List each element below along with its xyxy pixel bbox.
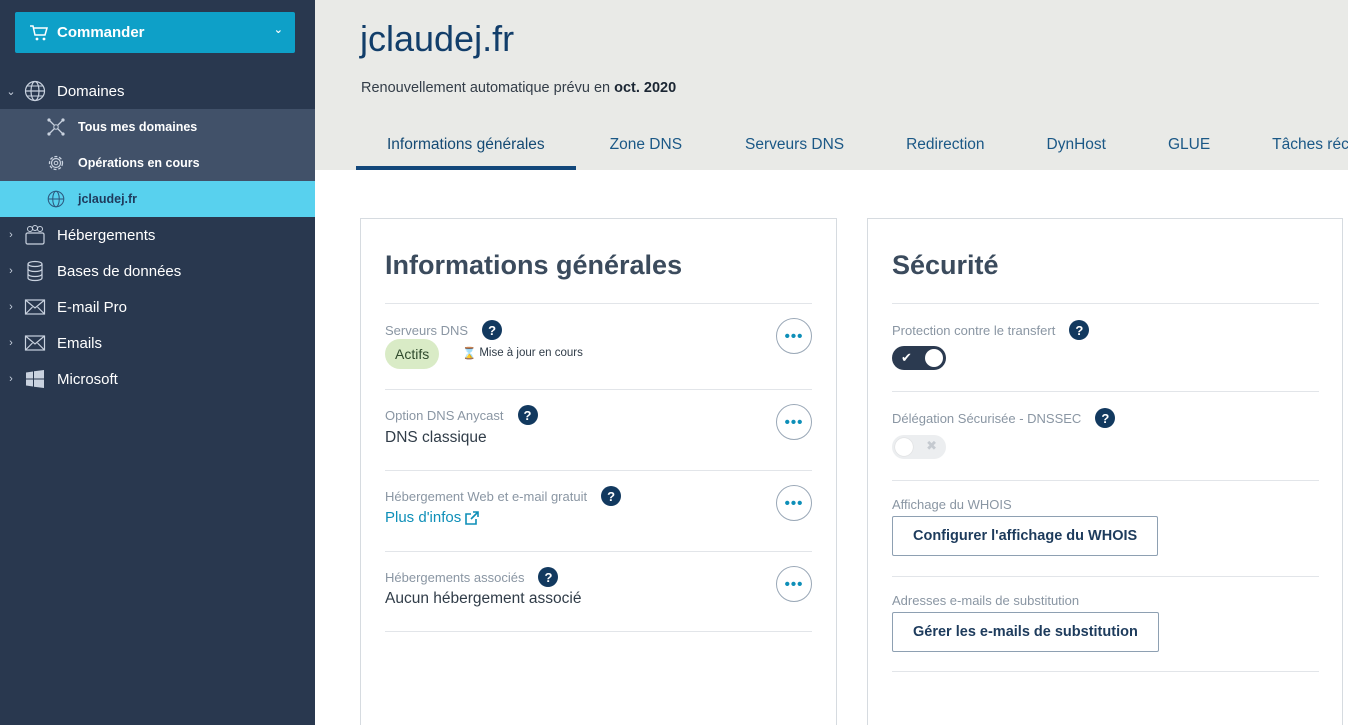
- tab-glue[interactable]: GLUE: [1137, 120, 1241, 170]
- more-info-link[interactable]: Plus d'infos: [385, 509, 480, 526]
- dns-servers-label: Serveurs DNS: [385, 322, 469, 338]
- anycast-value: DNS classique: [385, 429, 487, 446]
- card-title: Informations générales: [385, 250, 683, 280]
- sidebar-subitem-all-domains[interactable]: Tous mes domaines: [0, 109, 315, 145]
- sidebar-subitem-operations[interactable]: Opérations en cours: [0, 145, 315, 181]
- configure-whois-button[interactable]: Configurer l'affichage du WHOIS: [892, 516, 1159, 556]
- sidebar-item-label: Domaines: [57, 82, 125, 100]
- substitution-emails-row: Adresses e-mails de substitution Gérer l…: [892, 576, 1319, 672]
- sidebar-subitem-label: Opérations en cours: [78, 156, 200, 170]
- tab-general-info[interactable]: Informations générales: [356, 120, 576, 170]
- sidebar-item-email-pro[interactable]: › E-mail Pro: [0, 289, 315, 325]
- more-info-label: Plus d'infos: [385, 509, 462, 526]
- update-status: ⌛ Mise à jour en cours: [462, 346, 583, 360]
- general-info-card: Informations générales Serveurs DNS ? Ac…: [360, 218, 837, 725]
- more-options-button[interactable]: •••: [776, 485, 812, 521]
- sidebar-item-microsoft[interactable]: › Microsoft: [0, 361, 315, 397]
- help-icon[interactable]: ?: [538, 567, 559, 587]
- page-header: jclaudej.fr Renouvellement automatique p…: [315, 0, 1348, 170]
- cart-icon: [30, 24, 48, 40]
- tab-bar: Informations générales Zone DNS Serveurs…: [356, 120, 1348, 170]
- chevron-right-icon[interactable]: ›: [0, 337, 22, 349]
- tab-redirection[interactable]: Redirection: [875, 120, 1015, 170]
- chevron-right-icon[interactable]: ›: [0, 265, 22, 277]
- sidebar-subitem-jclaudej[interactable]: jclaudej.fr: [0, 181, 315, 217]
- security-card: Sécurité Protection contre le transfert …: [867, 218, 1343, 725]
- tab-dynhost[interactable]: DynHost: [1016, 120, 1137, 170]
- sidebar-item-domaines[interactable]: ⌄ Domaines: [0, 73, 315, 109]
- dnssec-row: Délégation Sécurisée - DNSSEC ? ✖: [892, 391, 1319, 480]
- chevron-right-icon[interactable]: ›: [0, 229, 22, 241]
- associated-value: Aucun hébergement associé: [385, 590, 582, 607]
- sidebar-item-label: Bases de données: [57, 262, 182, 280]
- substitution-emails-label: Adresses e-mails de substitution: [892, 593, 1080, 608]
- help-icon[interactable]: ?: [601, 486, 622, 506]
- hourglass-icon: ⌛: [462, 348, 477, 360]
- chevron-down-icon[interactable]: ⌄: [274, 23, 283, 36]
- external-link-icon: [465, 510, 480, 525]
- anycast-label: Option DNS Anycast: [385, 407, 504, 423]
- check-icon: ✔: [901, 350, 912, 365]
- card-title: Sécurité: [892, 250, 999, 280]
- sidebar-item-label: Emails: [57, 334, 103, 352]
- help-icon[interactable]: ?: [1095, 408, 1116, 428]
- web-hosting-row: Hébergement Web et e-mail gratuit ? Plus…: [385, 470, 812, 551]
- close-icon: ✖: [926, 438, 937, 453]
- associated-label: Hébergements associés: [385, 569, 525, 585]
- mail-icon: [22, 332, 48, 354]
- chevron-right-icon[interactable]: ›: [0, 373, 22, 385]
- gear-icon: [45, 152, 67, 174]
- sidebar-subitem-label: jclaudej.fr: [78, 192, 138, 206]
- more-options-button[interactable]: •••: [776, 566, 812, 602]
- sidebar-item-label: Hébergements: [57, 226, 156, 244]
- status-badge: Actifs: [385, 339, 440, 369]
- sidebar-item-emails[interactable]: › Emails: [0, 325, 315, 361]
- transfer-protection-label: Protection contre le transfert: [892, 322, 1056, 338]
- sidebar-item-label: Microsoft: [57, 370, 118, 388]
- sidebar-nav: ⌄ Domaines Tous mes domaines Opérations …: [0, 73, 315, 397]
- renewal-text: Renouvellement automatique prévu en: [361, 80, 611, 96]
- tab-dns-zone[interactable]: Zone DNS: [576, 120, 714, 170]
- more-options-button[interactable]: •••: [776, 318, 812, 354]
- renewal-date: oct. 2020: [614, 80, 677, 96]
- order-label: Commander: [57, 24, 145, 41]
- manage-emails-button[interactable]: Gérer les e-mails de substitution: [892, 612, 1159, 652]
- help-icon[interactable]: ?: [482, 320, 503, 340]
- sidebar: Commander ⌄ ⌄ Domaines Tous mes domaines…: [0, 0, 315, 725]
- chevron-down-icon[interactable]: ⌄: [0, 85, 22, 98]
- page-title: jclaudej.fr: [360, 18, 515, 59]
- transfer-protection-toggle[interactable]: ✔: [892, 346, 946, 370]
- dnssec-toggle[interactable]: ✖: [892, 435, 946, 459]
- update-status-text: Mise à jour en cours: [479, 347, 583, 359]
- hosting-icon: [22, 224, 48, 246]
- dnssec-label: Délégation Sécurisée - DNSSEC: [892, 410, 1082, 426]
- windows-icon: [22, 368, 48, 390]
- transfer-protection-row: Protection contre le transfert ? ✔: [892, 303, 1319, 391]
- database-icon: [22, 260, 48, 282]
- main-content: Informations générales Serveurs DNS ? Ac…: [315, 170, 1348, 725]
- sidebar-subitem-label: Tous mes domaines: [78, 120, 198, 134]
- help-icon[interactable]: ?: [1069, 320, 1090, 340]
- tab-dns-servers[interactable]: Serveurs DNS: [714, 120, 875, 170]
- anycast-row: Option DNS Anycast ? DNS classique •••: [385, 389, 812, 470]
- associated-hosting-row: Hébergements associés ? Aucun hébergemen…: [385, 551, 812, 632]
- chevron-right-icon[interactable]: ›: [0, 301, 22, 313]
- mail-icon: [22, 296, 48, 318]
- web-hosting-label: Hébergement Web et e-mail gratuit: [385, 488, 588, 504]
- tab-recent-tasks[interactable]: Tâches récentes: [1241, 120, 1348, 170]
- order-button[interactable]: Commander ⌄: [15, 12, 295, 53]
- sidebar-item-label: E-mail Pro: [57, 298, 128, 316]
- dns-servers-row: Serveurs DNS ? Actifs ⌛ Mise à jour en c…: [385, 303, 812, 389]
- help-icon[interactable]: ?: [517, 405, 538, 425]
- more-options-button[interactable]: •••: [776, 404, 812, 440]
- globe-icon: [45, 188, 67, 210]
- network-icon: [45, 116, 67, 138]
- whois-label: Affichage du WHOIS: [892, 497, 1012, 512]
- whois-row: Affichage du WHOIS Configurer l'affichag…: [892, 480, 1319, 576]
- globe-icon: [22, 80, 48, 102]
- sidebar-item-databases[interactable]: › Bases de données: [0, 253, 315, 289]
- sidebar-item-hebergements[interactable]: › Hébergements: [0, 217, 315, 253]
- renewal-info: Renouvellement automatique prévu en oct.…: [361, 80, 676, 96]
